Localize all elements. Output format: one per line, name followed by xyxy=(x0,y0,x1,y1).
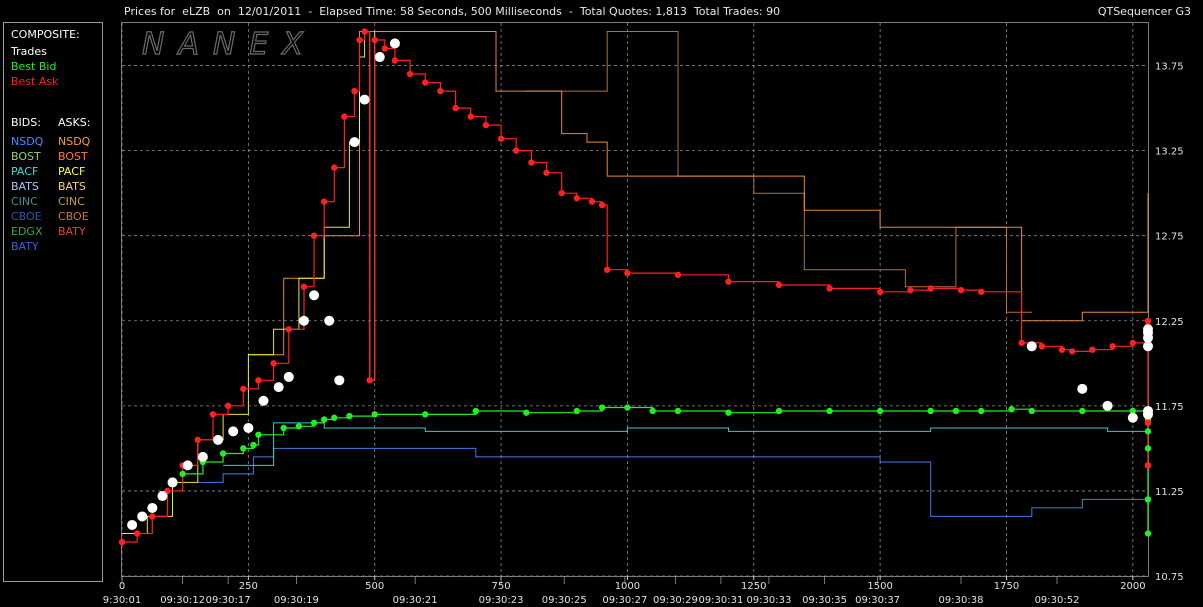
y-tick-label: 11.75 xyxy=(1155,402,1184,413)
y-tick-label: 12.25 xyxy=(1155,317,1184,328)
composite-legend-item: Best Bid xyxy=(11,60,57,73)
x-tick-label: 1250 xyxy=(741,581,766,592)
y-axis: 10.75 11.25 11.75 12.25 12.75 13.25 13.75 xyxy=(1155,62,1184,583)
y-tick-label: 13.75 xyxy=(1155,62,1184,73)
asks-heading: ASKS: xyxy=(58,116,91,129)
time-tick-label: 09:30:23 xyxy=(479,595,524,606)
y-tick-label: 11.25 xyxy=(1155,487,1184,498)
x-axis: 0 250 500 750 1000 1250 1500 1750 2000 xyxy=(119,576,1146,592)
x-tick-label: 750 xyxy=(492,581,511,592)
composite-legend-item: Trades xyxy=(11,45,47,58)
time-tick-label: 09:30:25 xyxy=(542,595,587,606)
time-tick-label: 09:30:52 xyxy=(1035,595,1080,606)
bid-legend-item: CINC xyxy=(11,195,38,208)
ask-legend-item: NSDQ xyxy=(58,135,91,148)
time-tick-label: 09:30:21 xyxy=(393,595,438,606)
x-tick-label: 2000 xyxy=(1120,581,1145,592)
ask-legend-item: CBOE xyxy=(58,210,89,223)
plot-frame xyxy=(121,22,1149,577)
ask-legend-item: PACF xyxy=(58,165,86,178)
bid-legend-item: BATY xyxy=(11,240,39,253)
time-tick-label: 09:30:29 xyxy=(653,595,698,606)
y-tick-label: 10.75 xyxy=(1155,572,1184,583)
legend-panel: COMPOSITE: Trades Best Bid Best Ask BIDS: … xyxy=(3,22,103,582)
time-tick-label: 09:30:33 xyxy=(746,595,791,606)
ask-legend-item: BATS xyxy=(58,180,86,193)
x-tick-label: 500 xyxy=(365,581,384,592)
x-tick-label: 1000 xyxy=(615,581,640,592)
x-tick-label: 250 xyxy=(239,581,258,592)
time-axis: 9:30:01 09:30:12 09:30:17 09:30:19 09:30:21 0… xyxy=(103,576,1080,606)
x-tick-label: 0 xyxy=(119,581,125,592)
bid-legend-item: CBOE xyxy=(11,210,42,223)
bid-legend-item: EDGX xyxy=(11,225,43,238)
time-tick-label: 09:30:38 xyxy=(939,595,984,606)
composite-heading: COMPOSITE: xyxy=(11,28,80,41)
bids-heading: BIDS: xyxy=(11,116,41,129)
time-tick-label: 9:30:01 xyxy=(103,595,142,606)
bid-legend-item: NSDQ xyxy=(11,135,44,148)
x-tick-label: 1750 xyxy=(994,581,1019,592)
bid-legend-item: BOST xyxy=(11,150,41,163)
bid-legend-item: PACF xyxy=(11,165,39,178)
time-tick-label: 09:30:19 xyxy=(274,595,319,606)
composite-legend-item: Best Ask xyxy=(11,75,59,88)
y-tick-label: 13.25 xyxy=(1155,147,1184,158)
ask-legend-item: BATY xyxy=(58,225,86,238)
time-tick-label: 09:30:12 xyxy=(160,595,205,606)
bid-legend-item: BATS xyxy=(11,180,39,193)
time-tick-label: 09:30:31 xyxy=(698,595,743,606)
ask-legend-item: BOST xyxy=(58,150,88,163)
title-bar: Prices for eLZB on 12/01/2011 - Elapsed … xyxy=(0,0,1203,22)
app-name: QTSequencer G3 xyxy=(1097,5,1191,18)
time-tick-label: 09:30:35 xyxy=(802,595,847,606)
time-tick-label: 09:30:17 xyxy=(206,595,251,606)
y-tick-label: 12.75 xyxy=(1155,232,1184,243)
time-tick-label: 09:30:27 xyxy=(602,595,647,606)
ask-legend-item: CINC xyxy=(58,195,85,208)
time-tick-label: 09:30:37 xyxy=(855,595,900,606)
chart-title: Prices for eLZB on 12/01/2011 - Elapsed … xyxy=(124,5,781,18)
x-tick-label: 1500 xyxy=(867,581,892,592)
